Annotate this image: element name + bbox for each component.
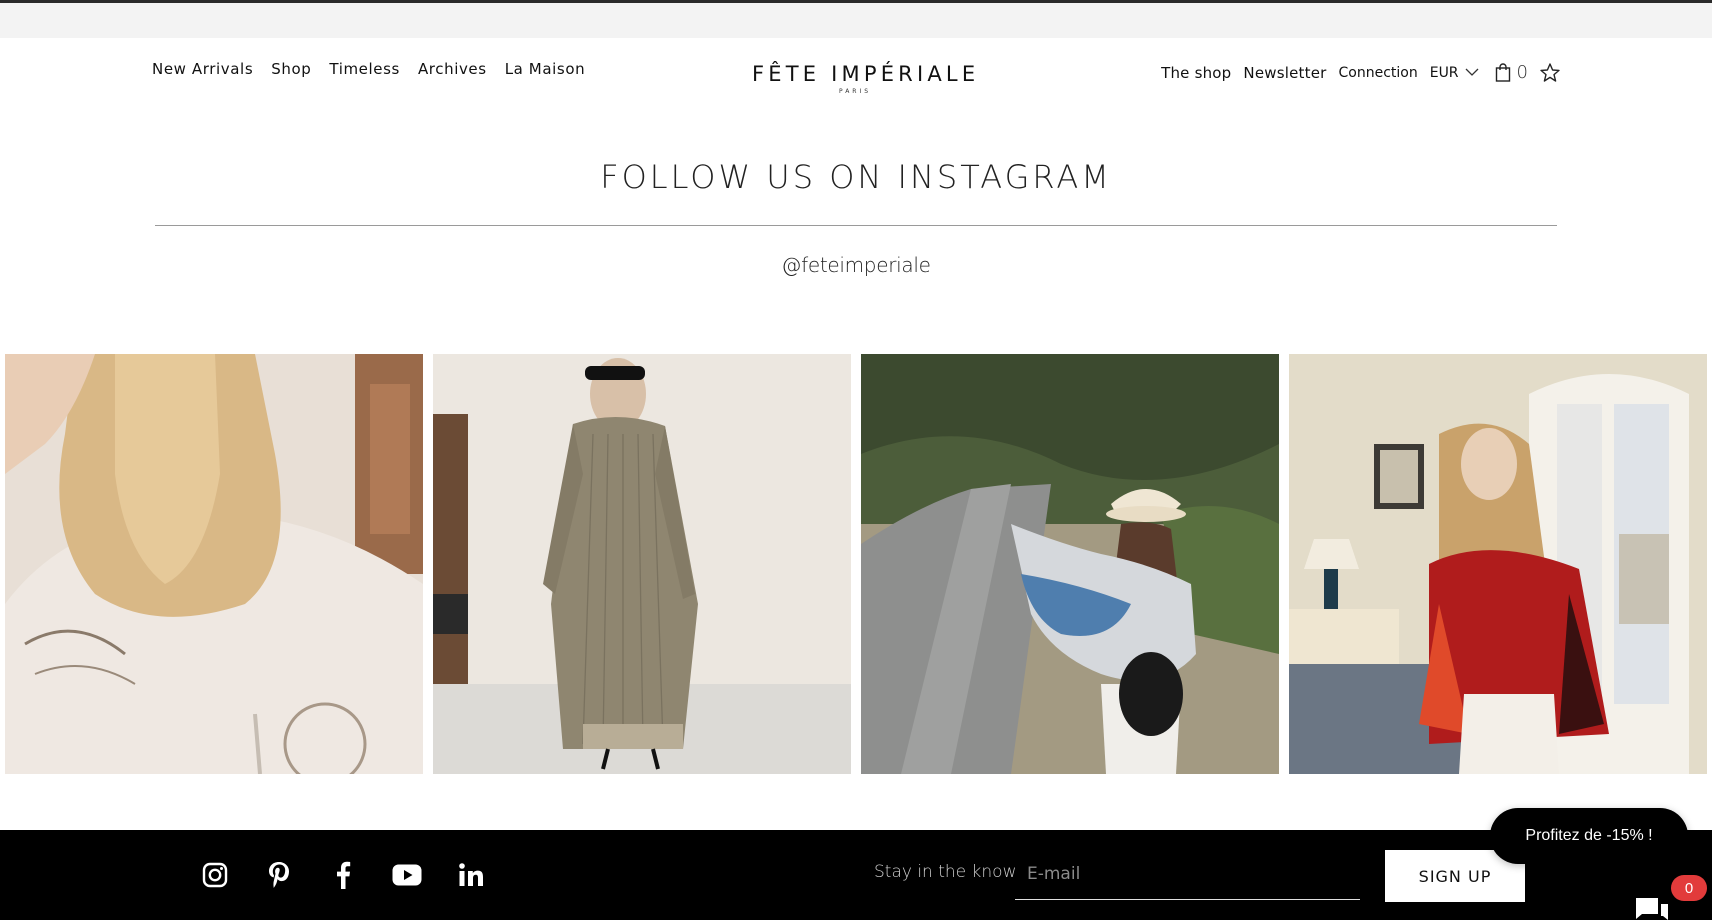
- nav-new-arrivals[interactable]: New Arrivals: [152, 60, 253, 78]
- instagram-post-4[interactable]: [1289, 354, 1707, 774]
- instagram-post-1[interactable]: [5, 354, 423, 774]
- nav-newsletter[interactable]: Newsletter: [1243, 64, 1326, 82]
- photo-woman-cowboy-hat-road: [861, 354, 1279, 774]
- chevron-down-icon: [1465, 68, 1479, 76]
- chat-unread-badge: 0: [1671, 875, 1707, 901]
- utility-nav: The shop Newsletter Connection EUR 0: [1149, 62, 1560, 83]
- announcement-bar: [0, 3, 1712, 38]
- instagram-section-title: FOLLOW US ON INSTAGRAM: [600, 158, 1112, 196]
- site-footer: Stay in the know SIGN UP: [0, 830, 1712, 920]
- email-field[interactable]: [1015, 850, 1360, 898]
- logo-city-text: PARIS: [838, 88, 872, 95]
- youtube-icon[interactable]: [392, 860, 422, 890]
- brand-logo[interactable]: FÊTE IMPÉRIALE PARIS: [752, 62, 980, 95]
- nav-timeless[interactable]: Timeless: [329, 60, 400, 78]
- logo-brand-text: FÊTE IMPÉRIALE: [752, 62, 980, 86]
- instagram-post-2[interactable]: [433, 354, 851, 774]
- photo-blonde-woman-back-embroidered-blouse: [5, 354, 423, 774]
- linkedin-icon[interactable]: [456, 860, 486, 890]
- photo-woman-red-blouse-interior: [1289, 354, 1707, 774]
- nav-archives[interactable]: Archives: [418, 60, 487, 78]
- social-links: [200, 860, 520, 890]
- star-icon: [1540, 63, 1560, 82]
- cart-button[interactable]: 0: [1495, 62, 1528, 83]
- pinterest-icon[interactable]: [264, 860, 294, 890]
- nav-shop[interactable]: Shop: [271, 60, 311, 78]
- instagram-gallery: [5, 354, 1707, 774]
- currency-value: EUR: [1429, 64, 1459, 81]
- main-nav: New Arrivals Shop Timeless Archives La M…: [152, 60, 603, 78]
- chat-icon: [1636, 898, 1668, 920]
- newsletter-label: Stay in the know: [874, 862, 1017, 882]
- nav-la-maison[interactable]: La Maison: [505, 60, 586, 78]
- cart-count: 0: [1516, 62, 1528, 83]
- section-divider: [155, 225, 1557, 226]
- chat-widget-button[interactable]: [1632, 892, 1672, 920]
- wishlist-button[interactable]: [1540, 63, 1560, 82]
- email-field-wrapper: [1015, 850, 1360, 900]
- discount-promo-button[interactable]: Profitez de -15% !: [1490, 808, 1688, 864]
- instagram-post-3[interactable]: [861, 354, 1279, 774]
- photo-woman-quilted-long-coat: [433, 354, 851, 774]
- nav-connection[interactable]: Connection: [1339, 65, 1418, 81]
- nav-the-shop[interactable]: The shop: [1161, 64, 1231, 82]
- site-header: New Arrivals Shop Timeless Archives La M…: [0, 38, 1712, 118]
- currency-selector[interactable]: EUR: [1430, 65, 1479, 81]
- shopping-bag-icon: [1495, 63, 1510, 82]
- instagram-icon[interactable]: [200, 860, 230, 890]
- facebook-icon[interactable]: [328, 860, 358, 890]
- instagram-handle-link[interactable]: @feteimperiale: [0, 253, 1712, 277]
